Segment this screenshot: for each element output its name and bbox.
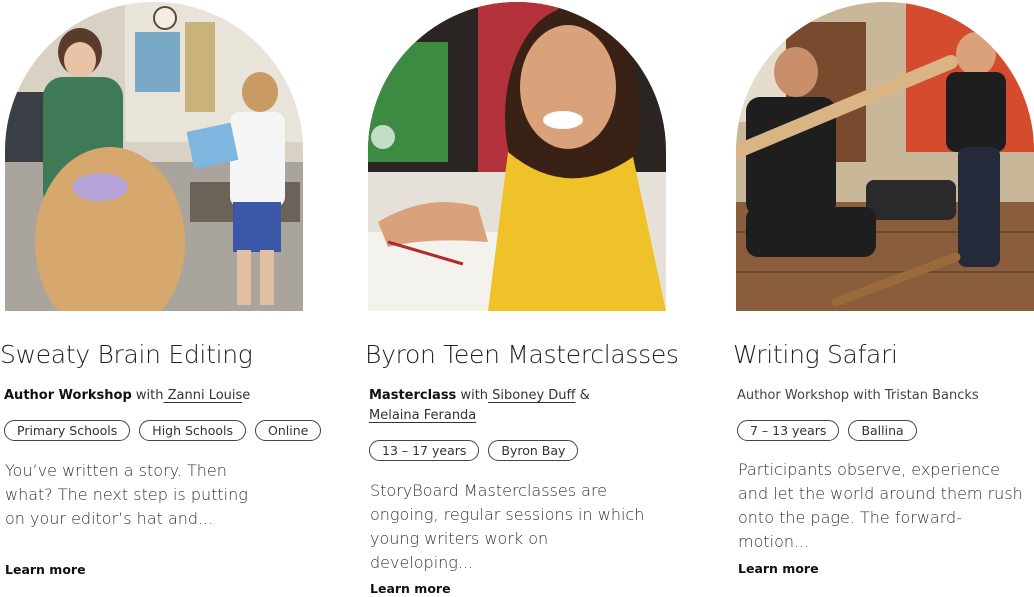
tag-primary-schools[interactable]: Primary Schools	[4, 420, 131, 441]
student-photo	[368, 2, 666, 311]
card-title[interactable]: Sweaty Brain Editing	[0, 340, 253, 369]
learn-more-link[interactable]: Learn more	[738, 561, 819, 576]
card-title[interactable]: Writing Safari	[733, 340, 898, 369]
card-byline: Masterclass with Siboney Duff & Melaina F…	[369, 386, 619, 426]
learn-more-link[interactable]: Learn more	[370, 581, 451, 596]
tag-age-range[interactable]: 7 – 13 years	[737, 420, 840, 441]
card-description: Participants observe, experience and let…	[738, 460, 1023, 551]
card-photo[interactable]	[5, 2, 303, 311]
byline-suffix: e	[242, 388, 251, 403]
card-photo[interactable]	[368, 2, 666, 311]
learn-more-link[interactable]: Learn more	[5, 562, 86, 577]
classroom-photo	[5, 2, 303, 311]
author-link-2[interactable]: Melaina Feranda	[369, 408, 476, 423]
tag-location[interactable]: Ballina	[848, 420, 917, 441]
tag-age-range[interactable]: 13 – 17 years	[369, 440, 480, 461]
byline-with: with	[456, 388, 489, 403]
card-description: StoryBoard Masterclasses are ongoing, re…	[370, 481, 645, 572]
card-description: You’ve written a story. Then what? The n…	[5, 461, 248, 528]
tag-list: 13 – 17 years Byron Bay	[369, 440, 579, 461]
card-photo[interactable]	[736, 2, 1034, 311]
byline-ampersand: &	[575, 388, 590, 403]
author-link[interactable]: Zanni Louis	[163, 388, 243, 403]
card-byline: Author Workshop with Zanni Louise	[4, 386, 254, 406]
workshop-type: Masterclass	[369, 388, 457, 403]
didgeridoo-photo	[736, 2, 1034, 311]
tag-online[interactable]: Online	[255, 420, 322, 441]
card-byline: Author Workshop with Tristan Bancks	[737, 388, 979, 403]
tag-list: Primary Schools High Schools Online	[4, 420, 322, 441]
author-link[interactable]: Siboney Duff	[488, 388, 575, 403]
workshop-type: Author Workshop	[4, 388, 132, 403]
tag-location[interactable]: Byron Bay	[488, 440, 579, 461]
card-title[interactable]: Byron Teen Masterclasses	[365, 340, 679, 369]
byline-with: with	[131, 388, 164, 403]
tag-high-schools[interactable]: High Schools	[139, 420, 247, 441]
tag-list: 7 – 13 years Ballina	[737, 420, 917, 441]
